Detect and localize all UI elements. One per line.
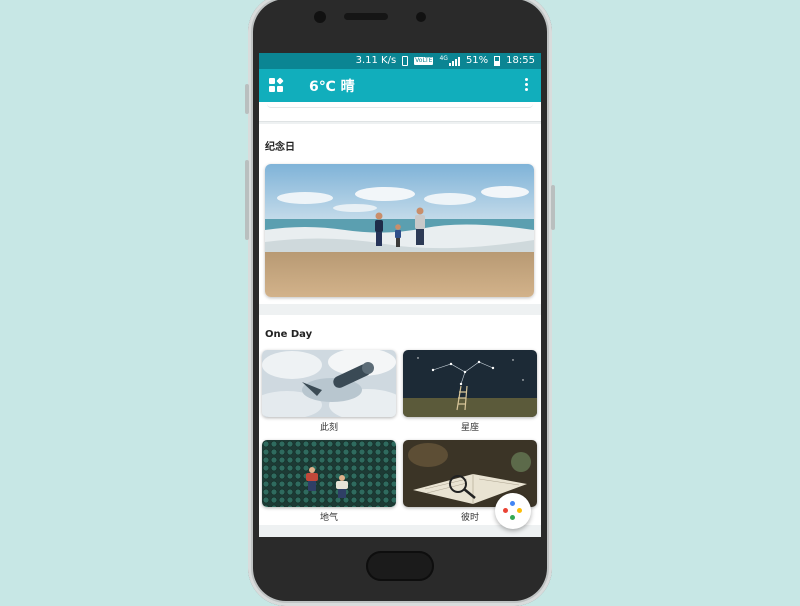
power-button[interactable] (551, 185, 555, 230)
assistant-dot-red (503, 508, 508, 513)
status-bar: 3.11 K/s VoLTE 4G 51% 18:55 (259, 53, 541, 69)
anniversary-image[interactable] (265, 164, 534, 297)
screen: 3.11 K/s VoLTE 4G 51% 18:55 6℃ 晴 纪念日 One… (259, 53, 541, 537)
tile-diqi-label: 地气 (319, 513, 338, 523)
surreal-clouds-telescope (262, 350, 396, 417)
assistant-dot-green (510, 515, 515, 520)
tile-diqi[interactable] (262, 440, 396, 507)
home-button[interactable] (366, 551, 434, 581)
app-bar: 6℃ 晴 (259, 69, 541, 102)
front-camera (314, 11, 326, 23)
phone-icon (402, 56, 409, 66)
clock: 18:55 (506, 55, 535, 66)
volte-badge: VoLTE (414, 57, 434, 65)
battery-icon (494, 56, 501, 66)
google-assistant-button[interactable] (495, 493, 531, 529)
volume-button[interactable] (245, 160, 249, 240)
network-speed: 3.11 K/s (355, 55, 397, 66)
more-vert-icon[interactable] (525, 78, 529, 92)
dashboard-grid-icon[interactable] (269, 77, 285, 94)
signal-icon: 4G (439, 55, 460, 66)
weather-title: 6℃ 晴 (309, 79, 355, 95)
anniversary-title: 纪念日 (265, 142, 295, 153)
anniversary-card: 纪念日 (259, 124, 541, 304)
assistant-dot-yellow (517, 508, 522, 513)
tile-cike[interactable] (262, 350, 396, 417)
network-type: 4G (439, 55, 448, 62)
earpiece (344, 13, 388, 20)
tile-xingzuo-label: 星座 (460, 423, 479, 433)
tile-xingzuo[interactable] (403, 350, 537, 417)
assistant-dot-blue (510, 501, 515, 506)
sensor (416, 12, 426, 22)
kids-lying-on-green-pattern (262, 440, 396, 507)
one-day-card: One Day 此刻 星座 地气 彼时 (259, 315, 541, 525)
battery-percent: 51% (465, 55, 489, 66)
beach-family-photo (265, 164, 534, 297)
previous-card-bottom (259, 102, 541, 122)
alert-slider[interactable] (245, 84, 249, 114)
tile-cike-label: 此刻 (319, 423, 338, 433)
night-sky-constellation-ladder (403, 350, 537, 417)
one-day-title: One Day (265, 329, 313, 340)
